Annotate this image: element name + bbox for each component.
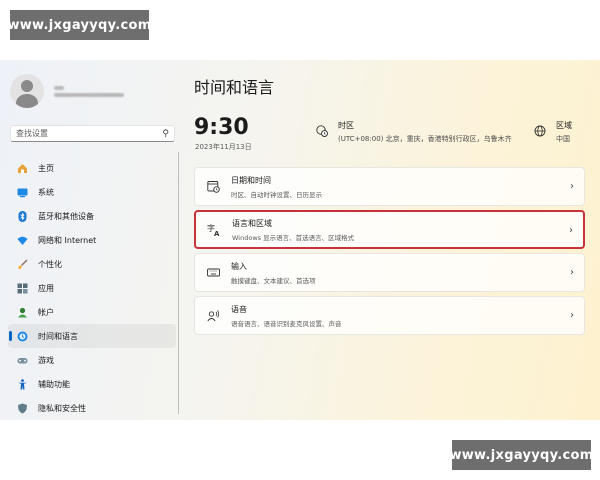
brush-icon xyxy=(17,259,28,270)
monitor-icon xyxy=(17,187,28,198)
accessibility-icon xyxy=(17,378,28,390)
chevron-right-icon: › xyxy=(569,225,573,236)
account-icon xyxy=(17,307,28,318)
watermark-bottom: www.jxgayyqy.com xyxy=(449,440,593,470)
sidebar-nav: 主页 系统 蓝牙和其他设备 网络和 Internet 个性化 应用 帐户 时间和… xyxy=(8,156,176,420)
chevron-right-icon: › xyxy=(570,310,574,321)
keyboard-icon xyxy=(206,266,220,280)
sidebar-item-accounts[interactable]: 帐户 xyxy=(8,300,176,324)
timezone-info: 时区 (UTC+08:00) 北京，重庆，香港特别行政区，乌鲁木齐 xyxy=(316,120,512,144)
svg-text:A: A xyxy=(214,230,220,237)
shield-icon xyxy=(17,403,28,414)
settings-window: ⚲ 主页 系统 xyxy=(0,60,600,420)
card-date-time[interactable]: 日期和时间 时区、自动时钟设置、日历显示 › xyxy=(194,167,585,206)
card-title: 日期和时间 xyxy=(231,175,271,185)
search-icon: ⚲ xyxy=(162,128,169,139)
watermark-top: www.jxgayyqy.com xyxy=(7,10,151,40)
search-input[interactable] xyxy=(16,129,163,138)
globe-clock-icon xyxy=(316,122,328,137)
calendar-clock-icon xyxy=(206,180,220,194)
globe-clock-icon xyxy=(17,331,28,342)
card-speech[interactable]: 语音 语音语言、语音识别麦克风设置、声音 › xyxy=(194,296,585,335)
search-box[interactable]: ⚲ xyxy=(10,125,175,142)
profile-blurred-text xyxy=(54,83,124,100)
sidebar-item-gaming[interactable]: 游戏 xyxy=(8,348,176,372)
card-language-region[interactable]: 字A 语言和区域 Windows 显示语言、首选语言、区域格式 › xyxy=(194,210,585,249)
timezone-title: 时区 xyxy=(338,121,354,130)
sidebar-item-label: 个性化 xyxy=(38,259,62,269)
language-icon: 字A xyxy=(207,223,221,237)
screenshot: www.jxgayyqy.com ⚲ 主页 xyxy=(0,0,600,480)
sidebar-item-accessibility[interactable]: 辅助功能 xyxy=(8,372,176,396)
sidebar-item-network[interactable]: 网络和 Internet xyxy=(8,228,176,252)
region-info: 区域 中国 xyxy=(534,120,572,144)
sidebar-item-bluetooth[interactable]: 蓝牙和其他设备 xyxy=(8,204,176,228)
chevron-right-icon: › xyxy=(570,267,574,278)
home-icon xyxy=(17,163,28,174)
sidebar-item-label: 游戏 xyxy=(38,355,54,365)
bluetooth-icon xyxy=(17,210,28,222)
timezone-value: (UTC+08:00) 北京，重庆，香港特别行政区，乌鲁木齐 xyxy=(338,135,512,143)
globe-icon xyxy=(534,122,546,137)
sidebar-item-privacy[interactable]: 隐私和安全性 xyxy=(8,396,176,420)
sidebar-item-label: 主页 xyxy=(38,163,54,173)
user-profile[interactable] xyxy=(10,74,124,108)
sidebar-scrollbar[interactable] xyxy=(178,152,179,414)
sidebar-item-label: 隐私和安全性 xyxy=(38,403,86,413)
wifi-icon xyxy=(17,235,28,246)
page-title: 时间和语言 xyxy=(194,78,275,97)
region-title: 区域 xyxy=(556,121,572,130)
sidebar-item-label: 应用 xyxy=(38,283,54,293)
sidebar-item-label: 系统 xyxy=(38,187,54,197)
sidebar-item-personalization[interactable]: 个性化 xyxy=(8,252,176,276)
card-title: 语言和区域 xyxy=(232,218,272,228)
apps-icon xyxy=(17,283,28,294)
sidebar-item-system[interactable]: 系统 xyxy=(8,180,176,204)
sidebar-item-label: 蓝牙和其他设备 xyxy=(38,211,94,221)
chevron-right-icon: › xyxy=(570,181,574,192)
card-typing[interactable]: 输入 触摸键盘、文本建议、首选项 › xyxy=(194,253,585,292)
sidebar-item-apps[interactable]: 应用 xyxy=(8,276,176,300)
card-title: 输入 xyxy=(231,261,247,271)
card-subtitle: 语音语言、语音识别麦克风设置、声音 xyxy=(231,319,342,328)
speech-icon xyxy=(206,309,220,323)
card-subtitle: 时区、自动时钟设置、日历显示 xyxy=(231,190,322,199)
region-value: 中国 xyxy=(556,135,570,143)
sidebar-item-label: 帐户 xyxy=(38,307,54,317)
sidebar-item-label: 时间和语言 xyxy=(38,331,78,341)
card-title: 语音 xyxy=(231,304,247,314)
gamepad-icon xyxy=(17,355,28,366)
sidebar-item-label: 辅助功能 xyxy=(38,379,70,389)
sidebar: ⚲ 主页 系统 xyxy=(0,60,180,420)
current-time: 9:30 xyxy=(194,115,249,140)
sidebar-item-home[interactable]: 主页 xyxy=(8,156,176,180)
current-date: 2023年11月13日 xyxy=(195,143,252,151)
card-subtitle: Windows 显示语言、首选语言、区域格式 xyxy=(232,233,355,242)
card-subtitle: 触摸键盘、文本建议、首选项 xyxy=(231,276,316,285)
sidebar-item-time-language[interactable]: 时间和语言 xyxy=(8,324,176,348)
avatar xyxy=(10,74,44,108)
sidebar-item-label: 网络和 Internet xyxy=(38,235,97,245)
